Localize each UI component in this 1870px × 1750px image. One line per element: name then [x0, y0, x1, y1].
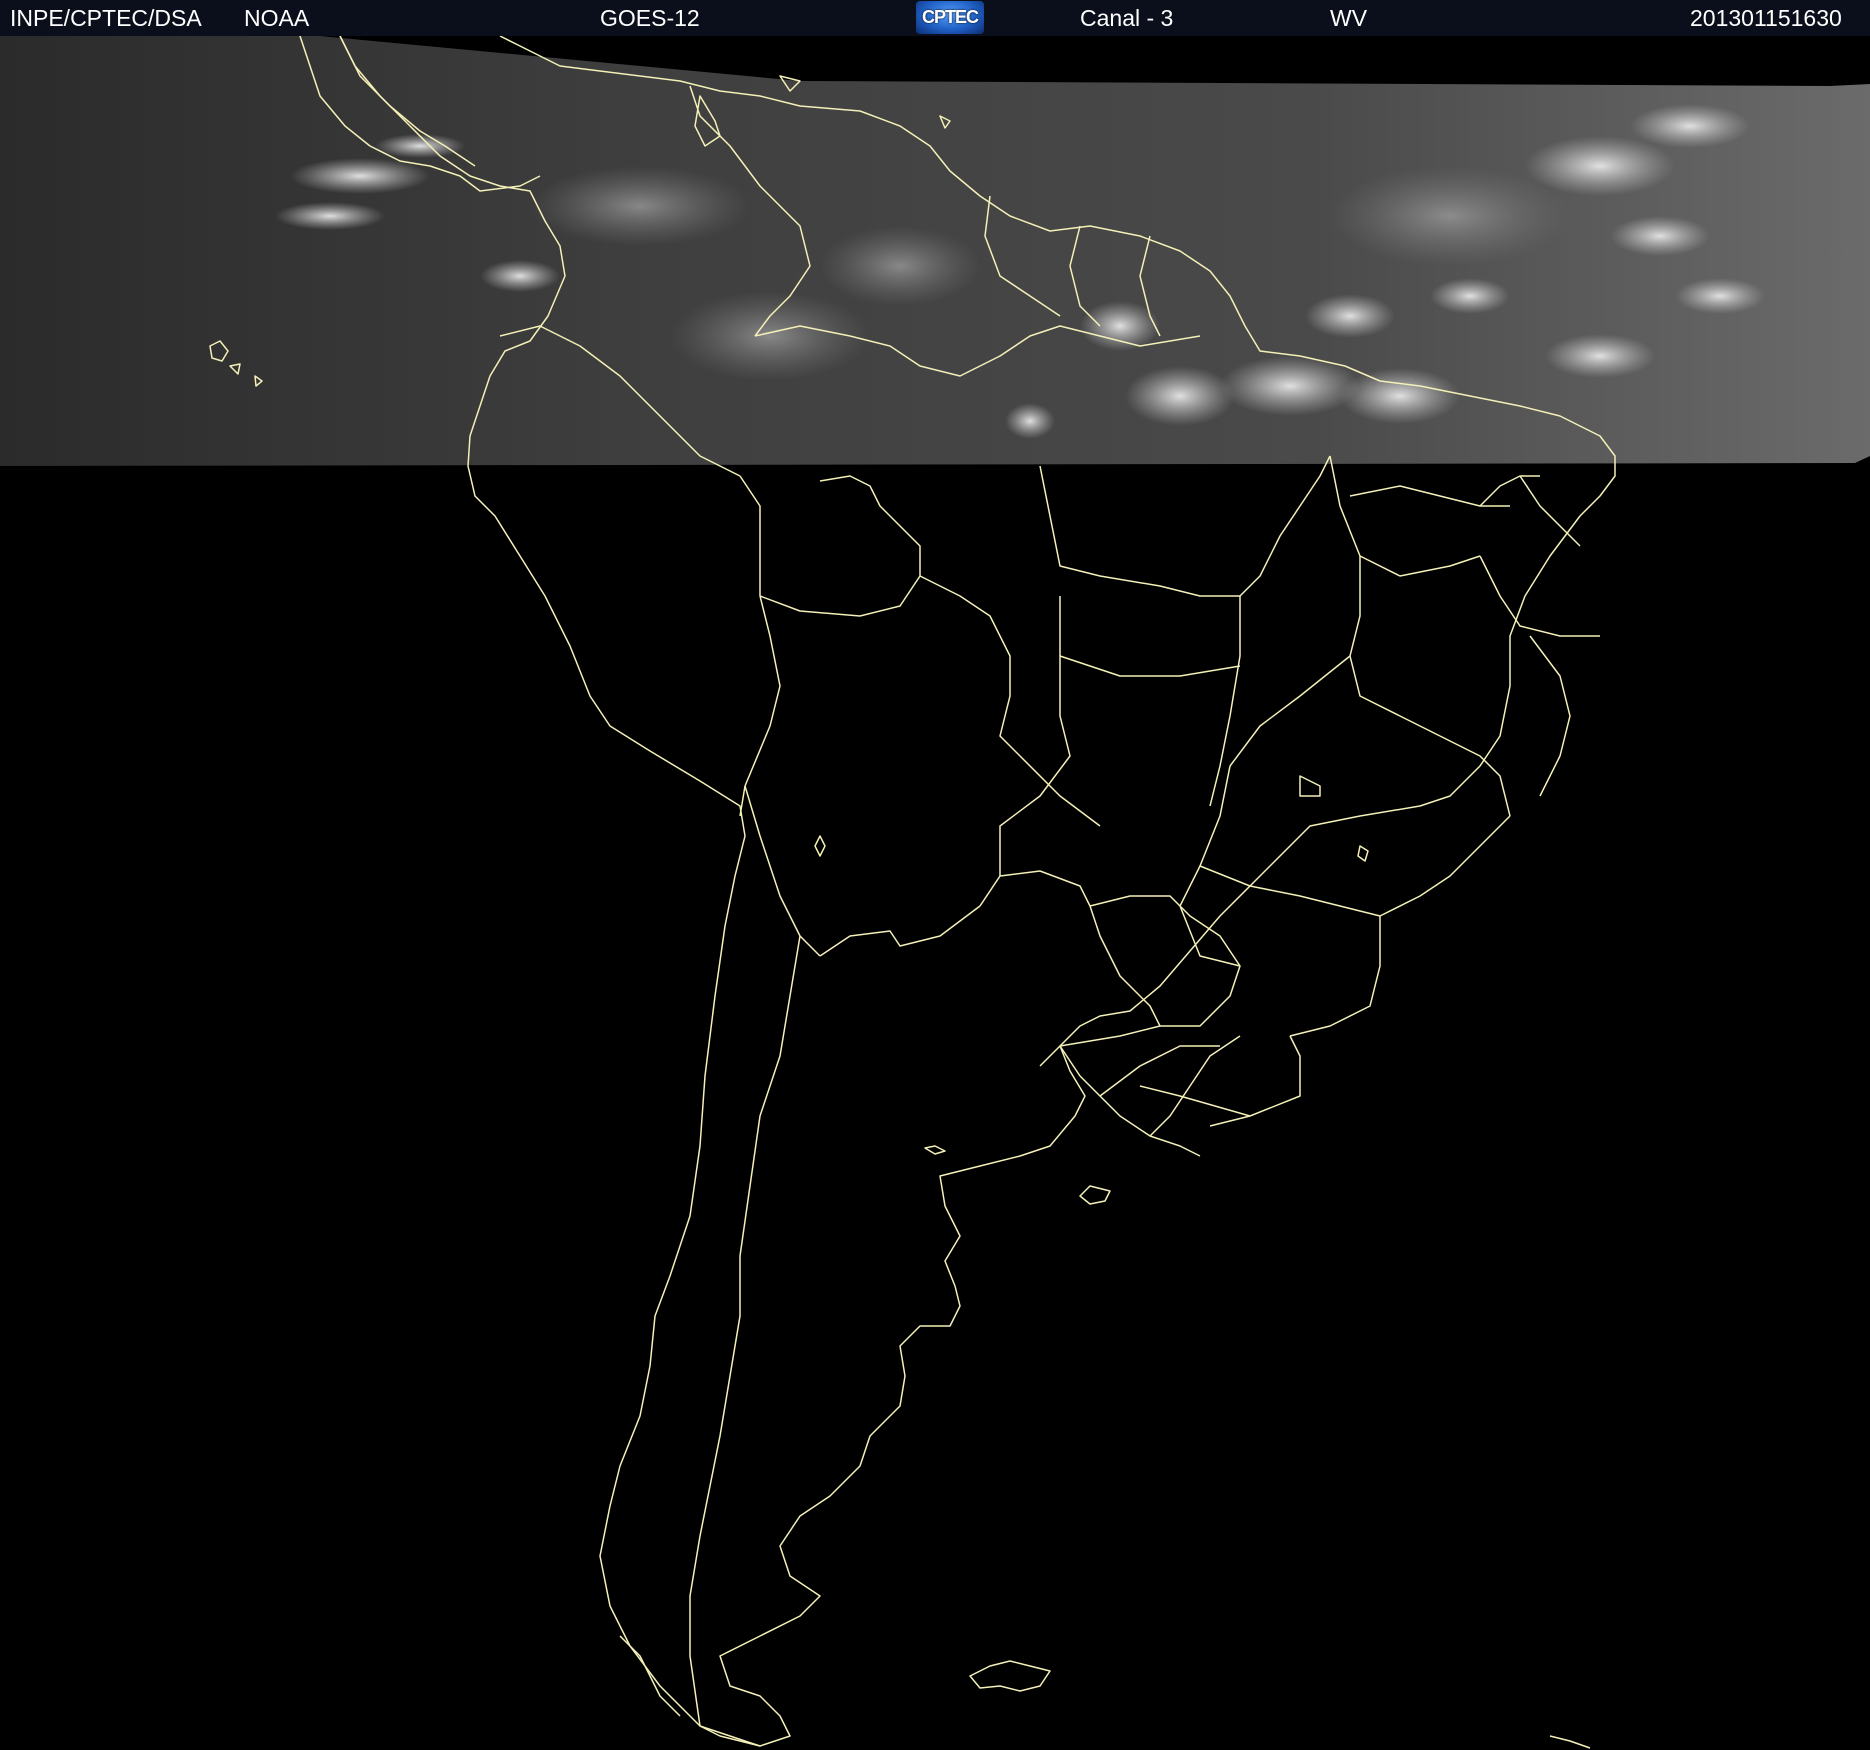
border-brazil-uruguay: [1149, 1035, 1241, 1137]
institution-label: INPE/CPTEC/DSA: [10, 5, 202, 31]
satellite-map: [0, 36, 1870, 1750]
border-peru-chile: [739, 785, 746, 817]
border-bolivia-argentina: [819, 905, 981, 957]
border-bolivia-brazil-east: [919, 575, 1101, 827]
border-brazil-peru: [739, 475, 761, 596]
border-bolivia-paraguay: [979, 870, 1091, 907]
logo-text: CPTEC: [921, 7, 979, 27]
agency-label: NOAA: [244, 5, 310, 31]
border-paraguay: [1039, 905, 1161, 1067]
border-argentina-chile: [689, 935, 801, 1727]
timestamp-label: 201301151630: [1690, 5, 1842, 31]
channel-label: Canal - 3: [1080, 5, 1174, 31]
border-brazil-bolivia: [759, 475, 921, 617]
border-bolivia-chile: [744, 785, 821, 957]
cptec-logo-icon: CPTEC: [916, 1, 984, 34]
falkland-islands: [969, 1660, 1051, 1692]
border-peru-bolivia: [744, 595, 781, 787]
band-label: WV: [1330, 5, 1368, 31]
map-canvas: [0, 36, 1870, 1749]
image-header-bar: INPE/CPTEC/DSA NOAA GOES-12 CPTEC Canal …: [0, 0, 1870, 37]
satellite-label: GOES-12: [600, 5, 700, 31]
border-argentina-uruguay: [1059, 1045, 1201, 1157]
